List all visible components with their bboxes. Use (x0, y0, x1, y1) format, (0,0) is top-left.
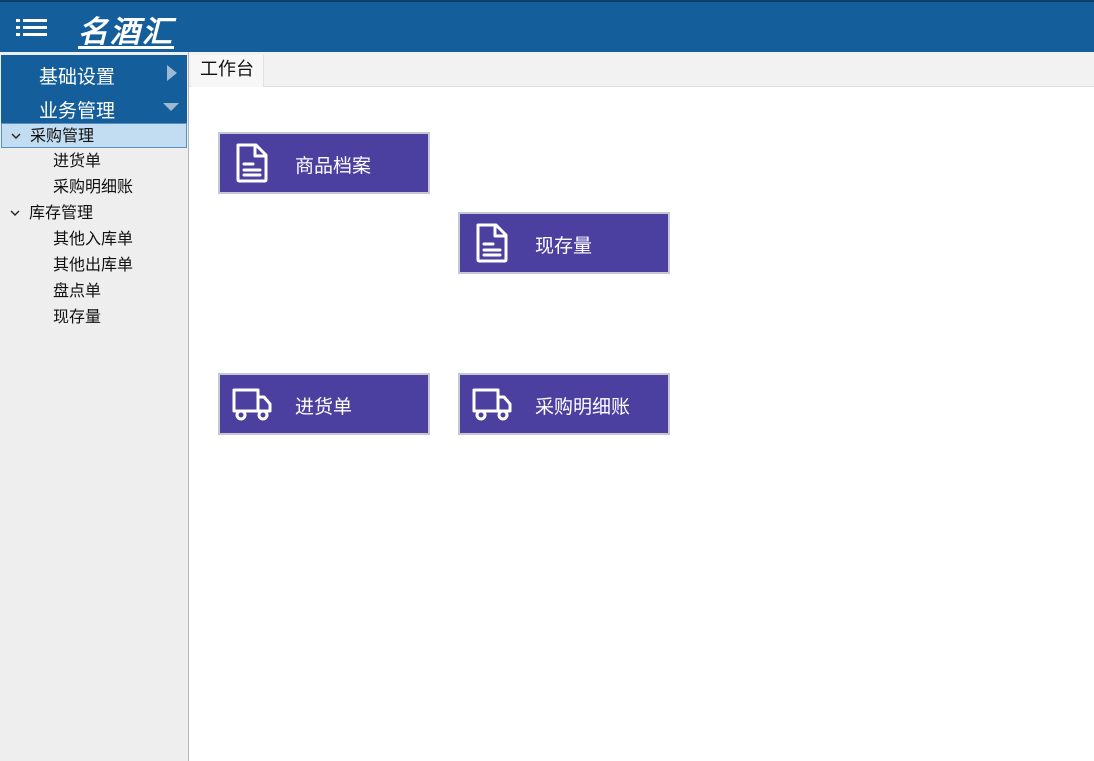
tile-purchase-ledger[interactable]: 采购明细账 (458, 373, 670, 435)
sidebar-group-business[interactable]: 业务管理 (1, 89, 187, 123)
tree-label: 库存管理 (29, 203, 94, 222)
truck-icon (232, 384, 272, 424)
hamburger-menu-icon[interactable] (14, 16, 50, 40)
brand-logo-text: 名酒汇 (78, 15, 174, 50)
sidebar-group-label: 基础设置 (39, 66, 116, 88)
tree-label: 采购明细账 (53, 177, 134, 196)
document-icon (232, 143, 272, 183)
tile-label: 采购明细账 (535, 396, 631, 418)
tile-label: 现存量 (535, 235, 593, 257)
tile-product-archive[interactable]: 商品档案 (218, 132, 430, 194)
tree-item-purchase-ledger[interactable]: 采购明细账 (1, 175, 187, 200)
chevron-down-icon (9, 201, 21, 225)
tree-item-other-stock-out[interactable]: 其他出库单 (1, 253, 187, 278)
chevron-down-icon (10, 124, 22, 148)
tab-bar: 工作台 (189, 52, 1094, 87)
sidebar-group-basic-settings[interactable]: 基础设置 (1, 55, 187, 89)
tree-label: 盘点单 (53, 281, 102, 300)
truck-icon (472, 384, 512, 424)
tree-item-current-stock[interactable]: 现存量 (1, 305, 187, 330)
sidebar: 基础设置 业务管理 采购管理 进货单 采购明细账 库存管理 其他入库单 其他出库… (0, 52, 189, 761)
tile-purchase-receipt[interactable]: 进货单 (218, 373, 430, 435)
tree-label: 进货单 (53, 151, 102, 170)
top-header: 名酒汇 (0, 0, 1094, 52)
tree-folder-purchase[interactable]: 采购管理 (1, 123, 187, 148)
document-icon (472, 223, 512, 263)
tree-label: 采购管理 (30, 126, 95, 145)
tree-folder-inventory[interactable]: 库存管理 (1, 201, 187, 226)
tree-label: 其他出库单 (53, 255, 134, 274)
caret-right-icon (163, 64, 179, 81)
tab-workbench[interactable]: 工作台 (191, 55, 264, 87)
caret-down-icon (163, 98, 179, 114)
tree-label: 其他入库单 (53, 229, 134, 248)
tree-item-other-stock-in[interactable]: 其他入库单 (1, 227, 187, 252)
tile-current-stock[interactable]: 现存量 (458, 212, 670, 274)
tree-item-stocktake[interactable]: 盘点单 (1, 279, 187, 304)
tile-label: 商品档案 (295, 155, 372, 177)
tree-label: 现存量 (53, 307, 102, 326)
sidebar-group-label: 业务管理 (39, 100, 116, 122)
tile-label: 进货单 (295, 396, 353, 418)
tree-item-purchase-receipt[interactable]: 进货单 (1, 149, 187, 174)
